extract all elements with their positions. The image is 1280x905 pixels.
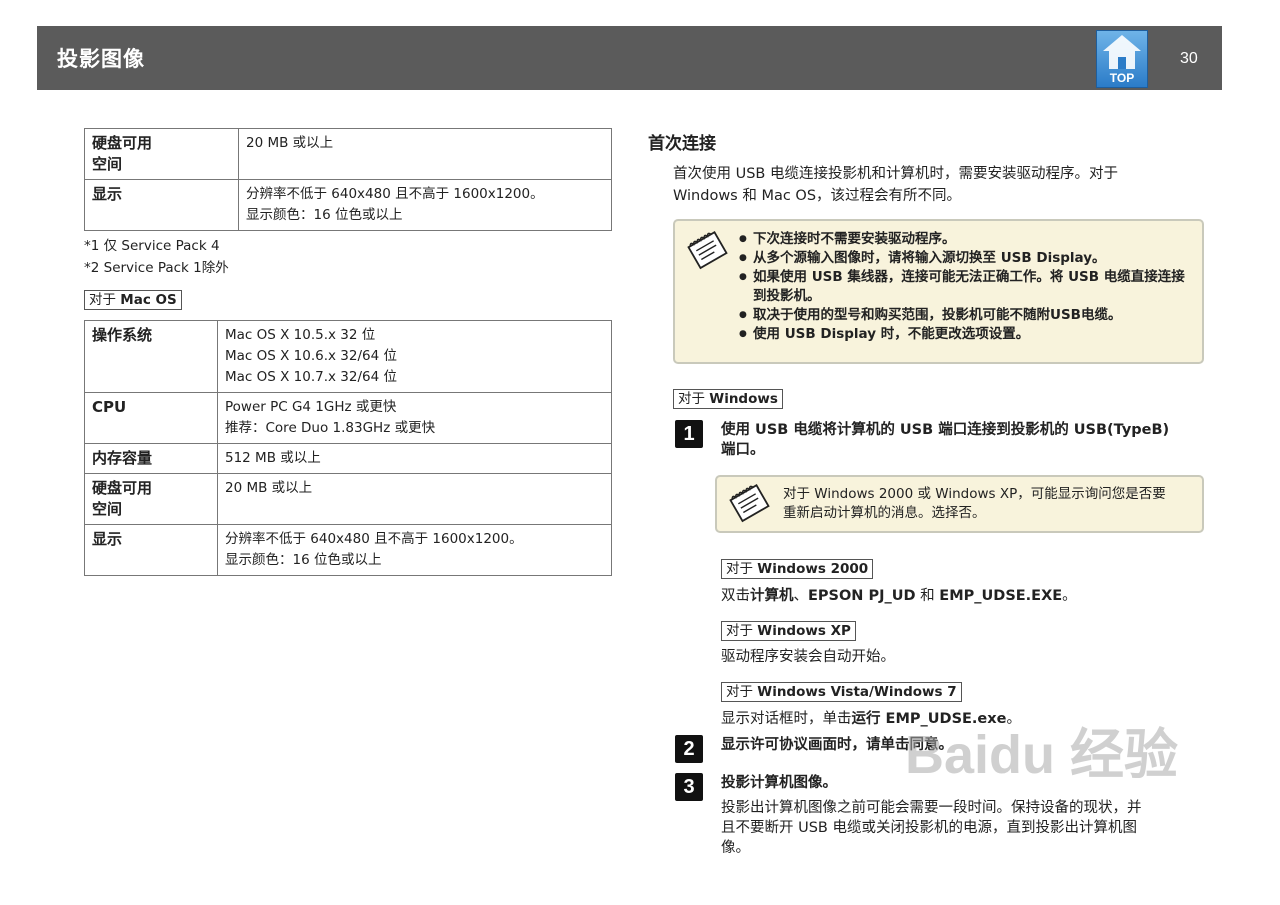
- top-button[interactable]: TOP: [1096, 30, 1148, 88]
- row-key: 操作系统: [84, 320, 218, 393]
- list-item: 下次连接时不需要安装驱动程序。: [739, 230, 1194, 249]
- windows-2000-instruction: 双击计算机、EPSON PJ_UD 和 EMP_UDSE.EXE。: [721, 588, 1077, 604]
- row-value: 分辨率不低于 640x480 且不高于 1600x1200。 显示颜色：16 位…: [238, 179, 612, 231]
- house-icon: [1103, 35, 1141, 69]
- step-number-3: 3: [675, 773, 703, 801]
- step-1-text: 使用 USB 电缆将计算机的 USB 端口连接到投影机的 USB(TypeB) …: [721, 422, 1170, 458]
- memo-icon: [687, 231, 728, 270]
- memo-icon: [729, 484, 770, 523]
- row-key: 显示: [84, 179, 239, 231]
- row-key: CPU: [84, 392, 218, 444]
- spec-table-windows: 硬盘可用 空间 20 MB 或以上 显示 分辨率不低于 640x480 且不高于…: [84, 128, 612, 231]
- table-row: CPU Power PC G4 1GHz 或更快 推荐：Core Duo 1.8…: [84, 392, 612, 444]
- spec-table-mac: 操作系统 Mac OS X 10.5.x 32 位 Mac OS X 10.6.…: [84, 320, 612, 576]
- row-value: 512 MB 或以上: [217, 443, 612, 474]
- windows-xp-instruction: 驱动程序安装会自动开始。: [721, 649, 895, 665]
- step-2-text: 显示许可协议画面时，请单击同意。: [721, 737, 953, 753]
- tag-windows-vista-7: 对于 Windows Vista/Windows 7: [721, 682, 962, 702]
- tag-windows-2000: 对于 Windows 2000: [721, 559, 874, 579]
- page-number: 30: [1180, 50, 1198, 67]
- tag-windows-xp: 对于 Windows XP: [721, 621, 856, 641]
- row-key: 显示: [84, 524, 218, 576]
- step-3-detail: 投影出计算机图像之前可能会需要一段时间。保持设备的现状，并 且不要断开 USB …: [721, 800, 1142, 856]
- table-row: 操作系统 Mac OS X 10.5.x 32 位 Mac OS X 10.6.…: [84, 320, 612, 393]
- table-row: 内存容量 512 MB 或以上: [84, 443, 612, 474]
- step-3-text: 投影计算机图像。: [721, 775, 837, 791]
- row-value: 20 MB 或以上: [238, 128, 612, 180]
- table-row: 显示 分辨率不低于 640x480 且不高于 1600x1200。 显示颜色：1…: [84, 524, 612, 576]
- row-value: Power PC G4 1GHz 或更快 推荐：Core Duo 1.83GHz…: [217, 392, 612, 444]
- row-key: 硬盘可用 空间: [84, 473, 218, 525]
- tag-mac-os: 对于 Mac OS: [84, 290, 182, 310]
- list-item: 从多个源输入图像时，请将输入源切换至 USB Display。: [739, 249, 1194, 268]
- step-1-note: 对于 Windows 2000 或 Windows XP，可能显示询问您是否要 …: [783, 486, 1166, 521]
- windows-7-instruction: 显示对话框时，单击运行 EMP_UDSE.exe。: [721, 711, 1021, 727]
- intro-paragraph: 首次使用 USB 电缆连接投影机和计算机时，需要安装驱动程序。对于 Window…: [673, 166, 1118, 204]
- note-list: 下次连接时不需要安装驱动程序。 从多个源输入图像时，请将输入源切换至 USB D…: [739, 230, 1194, 344]
- list-item: 如果使用 USB 集线器，连接可能无法正确工作。将 USB 电缆直接连接到投影机…: [739, 268, 1194, 306]
- page-title: 投影图像: [57, 47, 145, 71]
- page-header: 投影图像 TOP 30: [37, 26, 1222, 90]
- step-number-2: 2: [675, 735, 703, 763]
- row-value: 分辨率不低于 640x480 且不高于 1600x1200。 显示颜色：16 位…: [217, 524, 612, 576]
- row-key: 内存容量: [84, 443, 218, 474]
- row-key: 硬盘可用 空间: [84, 128, 239, 180]
- section-title: 首次连接: [648, 134, 716, 154]
- table-row: 硬盘可用 空间 20 MB 或以上: [84, 128, 612, 180]
- footnote-2: *2 Service Pack 1除外: [84, 260, 229, 276]
- row-value: Mac OS X 10.5.x 32 位 Mac OS X 10.6.x 32/…: [217, 320, 612, 393]
- row-value: 20 MB 或以上: [217, 473, 612, 525]
- table-row: 显示 分辨率不低于 640x480 且不高于 1600x1200。 显示颜色：1…: [84, 179, 612, 231]
- top-label: TOP: [1109, 71, 1135, 85]
- note-box: 下次连接时不需要安装驱动程序。 从多个源输入图像时，请将输入源切换至 USB D…: [673, 219, 1204, 364]
- list-item: 使用 USB Display 时，不能更改选项设置。: [739, 325, 1194, 344]
- note-box-step1: 对于 Windows 2000 或 Windows XP，可能显示询问您是否要 …: [715, 475, 1204, 533]
- tag-windows: 对于 Windows: [673, 389, 783, 409]
- footnote-1: *1 仅 Service Pack 4: [84, 238, 220, 254]
- step-number-1: 1: [675, 420, 703, 448]
- table-row: 硬盘可用 空间 20 MB 或以上: [84, 473, 612, 525]
- list-item: 取决于使用的型号和购买范围，投影机可能不随附USB电缆。: [739, 306, 1194, 325]
